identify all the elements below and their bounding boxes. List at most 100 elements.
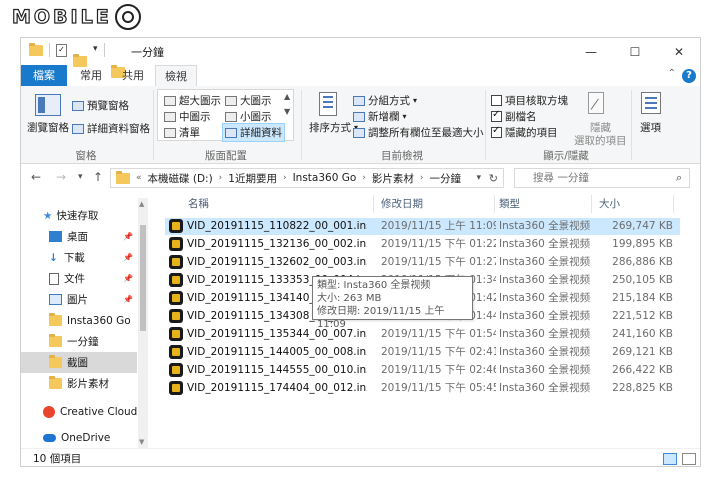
address-bar[interactable]: « 本機磁碟 (D:) › 1近期要用 › Insta360 Go › 影片素材… <box>110 168 504 188</box>
breadcrumb-folder[interactable]: 1近期要用 <box>228 171 277 186</box>
file-row[interactable]: VID_20191115_144005_00_008.insv 2019/11/… <box>165 344 680 361</box>
back-arrow-icon[interactable]: ← <box>31 170 41 184</box>
overflow-chevron-icon[interactable]: « <box>136 173 142 183</box>
refresh-icon[interactable]: ↻ <box>489 172 498 185</box>
file-name: VID_20191115_174404_00_012.insv <box>187 382 367 394</box>
layout-small-icons[interactable]: 小圖示 <box>225 109 272 124</box>
file-size: 269,747 KB <box>612 220 673 232</box>
layout-extra-large-icons[interactable]: 超大圖示 <box>164 93 221 108</box>
scroll-up-icon[interactable]: ▲ <box>139 200 144 208</box>
column-divider[interactable] <box>591 195 592 213</box>
large-icons-view-icon[interactable] <box>682 453 696 465</box>
file-type: Insta360 全景视频 <box>499 238 591 250</box>
tab-share[interactable]: 共用 <box>113 65 153 86</box>
nav-creative-cloud[interactable]: Creative Cloud Fi <box>21 401 137 422</box>
search-icon[interactable]: ⌕ <box>676 171 682 185</box>
file-row[interactable]: VID_20191115_132602_00_003.insv 2019/11/… <box>165 254 680 271</box>
column-header-name[interactable]: 名稱 <box>188 193 209 215</box>
preview-pane-button[interactable]: 預覽窗格 <box>72 98 129 113</box>
file-row[interactable]: VID_20191115_144555_00_010.insv 2019/11/… <box>165 362 680 379</box>
breadcrumb-folder[interactable]: 影片素材 <box>372 171 414 186</box>
breadcrumb-folder[interactable]: Insta360 Go <box>293 172 357 184</box>
up-arrow-icon[interactable]: ↑ <box>93 170 103 184</box>
file-size: 199,895 KB <box>612 238 673 250</box>
breadcrumb-current[interactable]: 一分鐘 <box>430 171 462 186</box>
tab-file[interactable]: 檔案 <box>21 65 67 86</box>
recent-locations-icon[interactable]: ▾ <box>78 172 83 182</box>
chevron-down-icon: ▾ <box>413 96 418 105</box>
nav-pictures[interactable]: 圖片 📌 <box>21 289 137 310</box>
minimize-button[interactable]: — <box>569 38 613 65</box>
size-all-columns-button[interactable]: 調整所有欄位至最適大小 <box>353 125 484 140</box>
file-row[interactable]: VID_20191115_174404_00_012.insv 2019/11/… <box>165 380 680 397</box>
nav-downloads[interactable]: ↓ 下載 📌 <box>21 247 137 268</box>
column-divider[interactable] <box>373 195 374 213</box>
nav-video-assets[interactable]: 影片素材 <box>21 373 137 394</box>
quick-access-dropdown-icon[interactable]: ▾ <box>93 44 98 54</box>
file-row[interactable]: VID_20191115_110822_00_001.insv 2019/11/… <box>165 218 680 235</box>
pictures-icon <box>49 294 62 305</box>
group-by-button[interactable]: 分組方式 ▾ <box>353 93 417 108</box>
properties-icon[interactable]: ✓ <box>56 44 67 57</box>
checkbox-unchecked[interactable] <box>491 95 502 106</box>
details-pane-button[interactable]: 詳細資料窗格 <box>72 121 150 136</box>
insv-file-icon <box>169 309 183 323</box>
status-bar: 10 個項目 <box>21 448 700 466</box>
breadcrumb-drive[interactable]: 本機磁碟 (D:) <box>148 171 213 186</box>
details-view-icon[interactable] <box>663 453 677 465</box>
chevron-right-icon[interactable]: › <box>219 173 223 183</box>
address-dropdown-icon[interactable]: ▾ <box>476 173 481 183</box>
nav-pane-scrollbar[interactable]: ▲ ▼ <box>138 198 148 448</box>
file-extensions-toggle[interactable]: 副檔名 <box>491 109 537 124</box>
chevron-right-icon[interactable]: › <box>283 173 287 183</box>
chevron-right-icon[interactable]: › <box>420 173 424 183</box>
options-button[interactable]: 選項 <box>640 120 661 135</box>
maximize-button[interactable]: ☐ <box>613 38 657 65</box>
scroll-down-icon[interactable]: ▼ <box>284 107 290 116</box>
column-header-size[interactable]: 大小 <box>599 193 620 215</box>
checkbox-checked[interactable] <box>491 109 502 122</box>
navigation-pane-button[interactable]: 瀏覽窗格 <box>27 120 69 135</box>
sort-by-button[interactable]: 排序方式▾ <box>309 120 358 135</box>
column-divider[interactable] <box>673 195 674 213</box>
file-row[interactable]: VID_20191115_132136_00_002.insv 2019/11/… <box>165 236 680 253</box>
search-input[interactable]: 搜尋 一分鐘 <box>514 168 690 188</box>
nav-quick-access[interactable]: ★ 快速存取 <box>21 205 137 226</box>
collapse-ribbon-icon[interactable]: ⌃ <box>668 68 676 79</box>
file-type: Insta360 全景视频 <box>499 364 591 376</box>
scrollbar-thumb[interactable] <box>140 225 146 331</box>
nav-insta360-go[interactable]: Insta360 Go <box>21 310 137 331</box>
layout-list[interactable]: 清單 <box>164 125 200 140</box>
add-columns-button[interactable]: 新增欄 ▾ <box>353 109 407 124</box>
preview-pane-icon <box>72 100 84 111</box>
layout-medium-icons[interactable]: 中圖示 <box>164 109 211 124</box>
chevron-right-icon[interactable]: › <box>362 173 366 183</box>
layout-details[interactable]: 詳細資料 <box>222 123 285 142</box>
tab-home[interactable]: 常用 <box>71 65 111 86</box>
insv-file-icon <box>169 327 183 341</box>
nav-one-minute[interactable]: 一分鐘 <box>21 331 137 352</box>
star-icon: ★ <box>43 209 53 222</box>
hidden-items-toggle[interactable]: 隱藏的項目 <box>491 125 558 140</box>
column-header-type[interactable]: 類型 <box>499 193 520 215</box>
nav-onedrive[interactable]: OneDrive <box>21 427 137 448</box>
checkbox-checked[interactable] <box>491 125 502 138</box>
tab-view[interactable]: 檢視 <box>155 65 197 86</box>
details-pane-icon <box>72 123 84 134</box>
tooltip-type: 類型: Insta360 全景视频 <box>317 280 431 291</box>
small-icons-icon <box>225 111 237 122</box>
item-checkboxes-toggle[interactable]: 項目核取方塊 <box>491 93 568 108</box>
nav-screenshots[interactable]: 截圖 <box>21 352 137 373</box>
layout-large-icons[interactable]: 大圖示 <box>225 93 272 108</box>
folder-icon <box>116 170 130 184</box>
column-divider[interactable] <box>494 195 495 213</box>
column-header-date[interactable]: 修改日期 <box>381 193 423 215</box>
close-button[interactable]: ✕ <box>657 38 700 65</box>
help-icon[interactable]: ? <box>682 69 696 83</box>
nav-documents[interactable]: 文件 📌 <box>21 268 137 289</box>
scroll-down-icon[interactable]: ▼ <box>139 438 144 446</box>
scroll-up-icon[interactable]: ▲ <box>284 92 290 101</box>
nav-desktop[interactable]: 桌面 📌 <box>21 226 137 247</box>
layout-scroll[interactable]: ▲ ▼ <box>284 92 290 116</box>
forward-arrow-icon[interactable]: → <box>56 170 66 184</box>
